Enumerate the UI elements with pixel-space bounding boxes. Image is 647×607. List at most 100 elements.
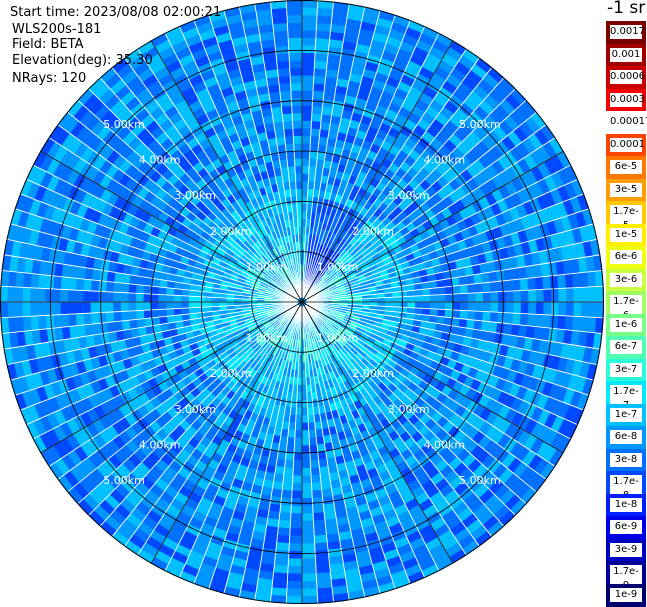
ppi-cell	[503, 323, 513, 336]
ppi-cell	[294, 430, 302, 438]
ppi-cell	[488, 271, 498, 283]
ppi-cell	[542, 275, 551, 290]
ppi-cell	[287, 158, 295, 167]
ppi-cell	[295, 173, 302, 182]
ppi-cell	[294, 151, 302, 159]
ppi-cell	[313, 527, 327, 536]
ppi-cell	[275, 45, 289, 55]
colorbar-swatch: 3e-9	[606, 538, 646, 562]
ppi-cell	[279, 504, 292, 514]
range-ring-label: 1.00km	[246, 260, 288, 273]
ppi-cell	[316, 579, 332, 589]
ppi-cell	[276, 60, 290, 70]
ppi-cell	[302, 565, 317, 574]
colorbar-swatch: 0.0017	[606, 21, 646, 44]
ppi-cell	[452, 293, 461, 302]
ppi-cell	[452, 309, 461, 319]
ppi-cell	[288, 37, 302, 46]
ppi-cell	[98, 291, 106, 302]
ppi-cell	[158, 302, 167, 310]
ppi-cell	[60, 314, 70, 328]
ppi-cell	[495, 322, 505, 334]
ppi-cell	[105, 302, 114, 313]
ppi-cell	[480, 272, 490, 284]
ppi-cell	[323, 91, 336, 101]
ppi-cell	[274, 129, 285, 138]
ppi-cell	[98, 312, 107, 324]
ppi-cell	[290, 520, 302, 529]
ppi-cell	[53, 314, 62, 329]
ppi-cell	[498, 291, 506, 302]
ppi-cell	[282, 113, 293, 122]
ppi-cell	[444, 309, 453, 318]
range-ring-label: 4.00km	[139, 154, 181, 167]
ppi-cell	[84, 267, 94, 280]
ppi-cell	[7, 317, 17, 333]
ppi-cell	[316, 572, 332, 581]
ppi-cell	[67, 289, 76, 302]
ppi-cell	[75, 313, 85, 326]
ppi-cell	[121, 311, 130, 321]
colorbar-swatch: 1.7e-9	[606, 561, 646, 594]
ppi-cell	[296, 196, 302, 204]
ppi-cell	[309, 437, 317, 446]
ppi-cell	[52, 302, 61, 316]
ppi-cell	[557, 274, 566, 289]
colorbar-tick-label: 6e-6	[610, 250, 642, 265]
ppi-cell	[196, 296, 204, 302]
ppi-cell	[290, 83, 302, 91]
ppi-cell	[30, 315, 40, 331]
ppi-cell	[316, 23, 332, 32]
ppi-cell	[510, 324, 520, 337]
ppi-cell	[292, 467, 302, 476]
ppi-cell	[284, 136, 294, 145]
ppi-cell	[158, 309, 167, 317]
ppi-cell	[272, 114, 284, 124]
ppi-cell	[302, 550, 316, 559]
ppi-cell	[272, 480, 284, 490]
ppi-cell	[302, 513, 314, 521]
ppi-cell	[302, 105, 313, 114]
ppi-cell	[280, 98, 292, 107]
ppi-cell	[296, 400, 302, 408]
ppi-cell	[129, 274, 138, 285]
ppi-cell	[22, 302, 31, 317]
ppi-cell	[319, 129, 330, 138]
ppi-cell	[287, 30, 302, 39]
ppi-cell	[482, 311, 491, 322]
ppi-cell	[287, 22, 302, 31]
ppi-cell	[320, 114, 332, 124]
ppi-cell	[473, 273, 483, 284]
ppi-cell	[294, 166, 302, 174]
ppi-cell	[274, 38, 289, 47]
ppi-cell	[302, 188, 308, 197]
nrays-label: NRays: 120	[12, 71, 87, 86]
ppi-cell	[315, 38, 330, 47]
ppi-cell	[7, 286, 16, 302]
colorbar-swatch: 3e-8	[606, 448, 646, 472]
ppi-cell	[281, 105, 293, 115]
ppi-cell	[550, 288, 559, 302]
ppi-cell	[288, 550, 302, 559]
ppi-cell	[286, 7, 302, 16]
ppi-cell	[549, 315, 559, 329]
ppi-cell	[289, 535, 302, 544]
ppi-cell	[505, 302, 514, 314]
ppi-cell	[279, 512, 291, 521]
ppi-cell	[67, 302, 76, 315]
ppi-cell	[520, 290, 529, 302]
ppi-cell	[277, 527, 291, 536]
ppi-cell	[273, 473, 284, 483]
ppi-cell	[319, 466, 330, 475]
colorbar-swatch: 1e-5	[606, 223, 646, 247]
ppi-cell	[302, 83, 314, 91]
ppi-cell	[287, 429, 296, 438]
ppi-cell	[466, 319, 475, 330]
ppi-cell	[83, 290, 91, 302]
ppi-cell	[313, 83, 325, 92]
ppi-cell	[281, 489, 293, 499]
ppi-cell	[292, 482, 302, 491]
ppi-cell	[317, 7, 333, 17]
ppi-cell	[415, 302, 423, 309]
ppi-cell	[291, 490, 302, 499]
